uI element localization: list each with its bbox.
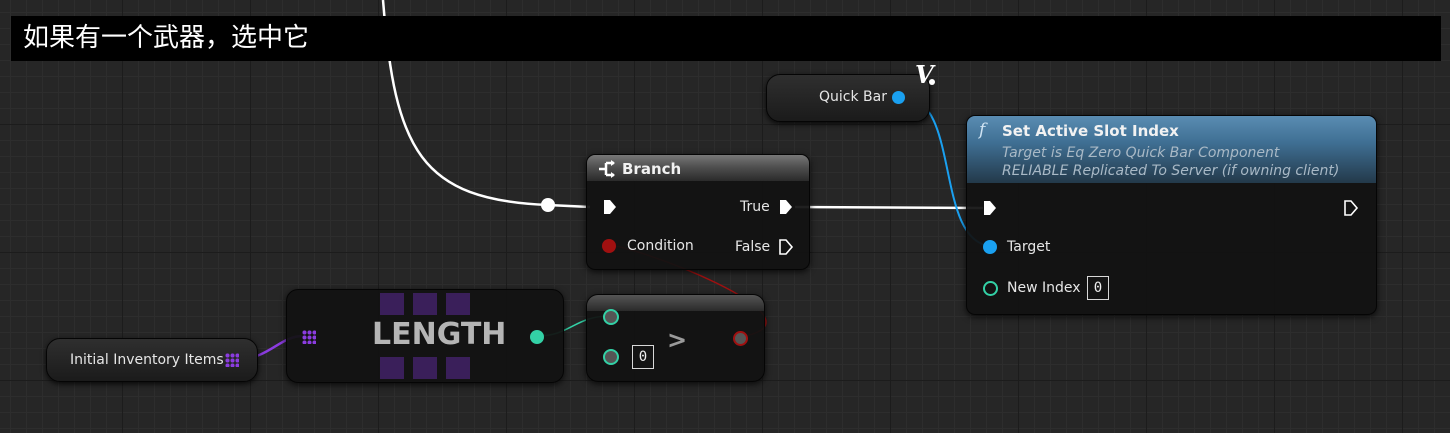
length-output-pin[interactable]	[530, 330, 544, 344]
set-active-slot-index-node[interactable]: f Set Active Slot Index Target is Eq Zer…	[966, 115, 1377, 315]
initial-inventory-items-node[interactable]: Initial Inventory Items	[46, 338, 258, 382]
function-icon: f	[979, 120, 986, 140]
branch-node[interactable]: Branch True Condition False	[586, 154, 810, 270]
branch-condition-pin[interactable]	[602, 239, 616, 253]
greater-output-pin[interactable]	[733, 331, 748, 346]
exec-wire-reroute	[547, 203, 591, 209]
set-active-slot-header[interactable]: f Set Active Slot Index Target is Eq Zer…	[967, 116, 1376, 183]
set-active-slot-exec-in-pin[interactable]	[982, 200, 998, 216]
initial-inventory-items-label: Initial Inventory Items	[70, 352, 224, 368]
greater-b-pin[interactable]	[603, 349, 619, 365]
initial-inventory-items-output-pin[interactable]	[225, 353, 239, 367]
branch-title: Branch	[622, 160, 682, 178]
branch-false-pin[interactable]	[778, 239, 794, 255]
comment-header[interactable]: 如果有一个武器，选中它	[11, 16, 1441, 61]
variable-dot-icon	[929, 79, 935, 85]
branch-icon	[599, 160, 615, 178]
quick-bar-output-pin[interactable]	[892, 91, 905, 104]
greater-than-node[interactable]: 0 >	[586, 294, 765, 382]
quick-bar-node[interactable]: Quick Bar	[766, 74, 930, 122]
quick-bar-label: Quick Bar	[819, 89, 887, 105]
exec-wire-true	[794, 205, 984, 210]
branch-true-pin[interactable]	[778, 199, 794, 215]
comment-text: 如果有一个武器，选中它	[23, 23, 310, 53]
set-active-slot-title: Set Active Slot Index	[1002, 122, 1179, 140]
set-active-slot-subtitle-1: Target is Eq Zero Quick Bar Component	[1002, 145, 1280, 161]
branch-header[interactable]: Branch	[587, 155, 809, 181]
branch-exec-in-pin[interactable]	[602, 199, 618, 215]
set-active-slot-new-index-label: New Index	[1007, 280, 1081, 296]
set-active-slot-exec-out-pin[interactable]	[1343, 200, 1359, 216]
set-active-slot-target-label: Target	[1007, 239, 1051, 255]
greater-b-value-field[interactable]: 0	[632, 345, 654, 369]
set-active-slot-new-index-pin[interactable]	[983, 281, 998, 296]
set-active-slot-target-pin[interactable]	[983, 240, 997, 254]
length-label: LENGTH	[372, 317, 507, 352]
greater-operator: >	[667, 326, 688, 354]
reroute-node[interactable]	[541, 198, 555, 212]
greater-a-pin[interactable]	[603, 309, 619, 325]
length-node[interactable]: LENGTH	[286, 289, 564, 383]
length-array-in-pin[interactable]	[302, 330, 316, 344]
new-index-value-field[interactable]: 0	[1087, 276, 1109, 300]
branch-condition-label: Condition	[627, 238, 694, 254]
set-active-slot-subtitle-2: RELIABLE Replicated To Server (if owning…	[1002, 163, 1340, 179]
branch-false-label: False	[735, 239, 771, 255]
branch-true-label: True	[740, 199, 770, 215]
